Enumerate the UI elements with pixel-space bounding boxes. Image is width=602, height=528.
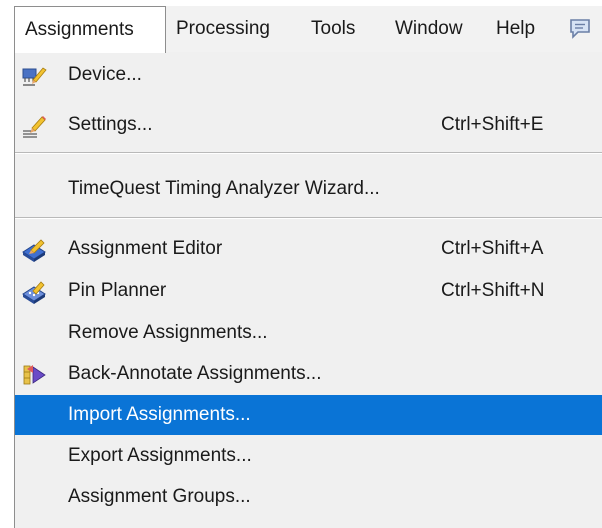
menu-separator [15, 152, 602, 154]
menu-item-label: Export Assignments... [68, 445, 252, 466]
menu-item-label: Import Assignments... [68, 404, 251, 425]
menu-item-shortcut: Ctrl+Shift+E [441, 114, 544, 135]
menu-item-back-annotate-assignments[interactable]: Back-Annotate Assignments... [15, 354, 602, 394]
menu-bar: Assignments Processing Tools Window Help [14, 6, 602, 53]
menu-item-timequest-wizard[interactable]: TimeQuest Timing Analyzer Wizard... [15, 169, 602, 209]
menu-item-pin-planner[interactable]: Pin Planner Ctrl+Shift+N [15, 271, 602, 311]
speech-bubble-icon[interactable] [554, 6, 602, 52]
menu-item-settings[interactable]: Settings... Ctrl+Shift+E [15, 105, 602, 145]
back-annotate-icon [21, 362, 47, 386]
menu-window[interactable]: Window [385, 6, 486, 52]
menu-item-label: Settings... [68, 114, 153, 135]
menu-item-assignment-groups[interactable]: Assignment Groups... [15, 477, 602, 517]
menu-assignments[interactable]: Assignments [14, 6, 166, 53]
menu-item-device[interactable]: Device... [15, 55, 602, 95]
menu-item-label: Pin Planner [68, 280, 167, 301]
pencil-lines-icon [21, 113, 47, 138]
menu-item-shortcut: Ctrl+Shift+A [441, 238, 544, 259]
menu-item-label: Back-Annotate Assignments... [68, 363, 322, 384]
menu-item-label: Assignment Editor [68, 238, 223, 259]
chip-pencil-icon [21, 63, 47, 87]
menu-item-remove-assignments[interactable]: Remove Assignments... [15, 313, 602, 353]
menu-tools[interactable]: Tools [301, 6, 385, 52]
assignments-dropdown-menu: Device... Settings... Ctrl+Shift+E TimeQ… [14, 52, 602, 528]
menu-item-label: TimeQuest Timing Analyzer Wizard... [68, 178, 380, 199]
menu-processing[interactable]: Processing [166, 6, 301, 52]
menu-item-export-assignments[interactable]: Export Assignments... [15, 436, 602, 476]
pin-planner-icon [21, 279, 47, 304]
assignment-editor-icon [21, 237, 47, 262]
menu-item-label: Assignment Groups... [68, 486, 251, 507]
menu-item-label: Device... [68, 64, 142, 85]
menu-item-shortcut: Ctrl+Shift+N [441, 280, 545, 301]
menu-separator [15, 217, 602, 219]
menu-item-assignment-editor[interactable]: Assignment Editor Ctrl+Shift+A [15, 229, 602, 269]
menu-help[interactable]: Help [486, 6, 554, 52]
menu-item-label: Remove Assignments... [68, 322, 268, 343]
menu-item-import-assignments[interactable]: Import Assignments... [15, 395, 602, 435]
